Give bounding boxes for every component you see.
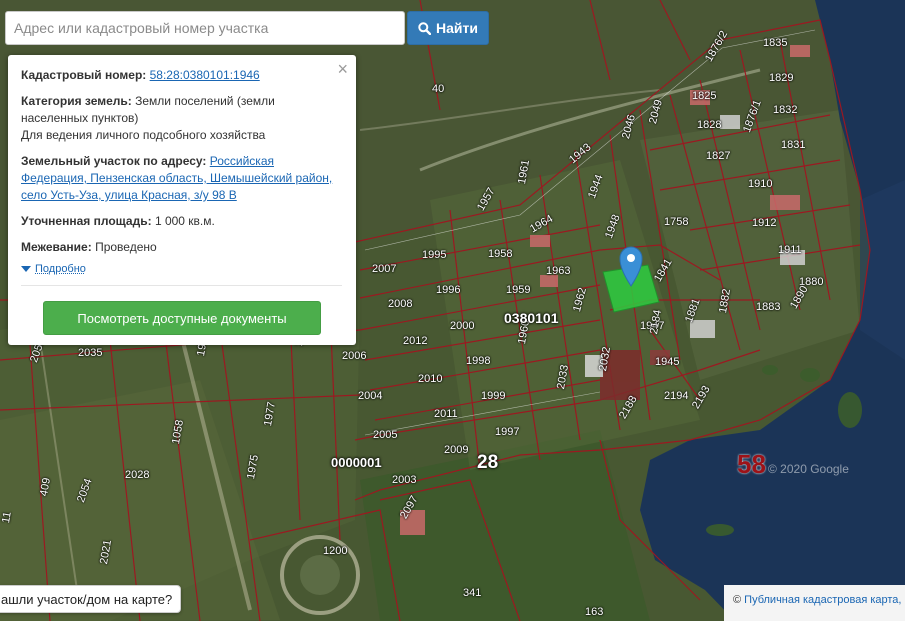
cadastral-label: Кадастровый номер: [21,68,147,82]
cadastral-number-link[interactable]: 58:28:0380101:1946 [150,68,260,82]
triangle-down-icon [21,266,31,272]
usage-value: Для ведения личного подсобного хозяйства [21,128,266,142]
district-label: 0000001 [331,455,382,470]
category-row: Категория земель: Земли поселений (земли… [21,93,342,144]
address-row: Земельный участок по адресу: Российская … [21,153,342,204]
attribution-link[interactable]: Публичная кадастровая карта, [744,594,901,606]
map-attribution: © Публичная кадастровая карта, [724,585,905,621]
search-input[interactable] [6,12,404,44]
address-label: Земельный участок по адресу: [21,154,207,168]
area-label: Уточненная площадь: [21,214,152,228]
cadastral-row: Кадастровый номер: 58:28:0380101:1946 [21,67,342,84]
search-icon [418,21,432,35]
region-code-label: 58 [737,449,766,479]
survey-label: Межевание: [21,240,92,254]
map-watermark: © 2020 Google [768,462,849,476]
found-parcel-prompt[interactable]: ашли участок/дом на карте? [0,585,182,613]
copyright-symbol: © [733,594,742,606]
search-box [5,11,405,45]
details-toggle[interactable]: Подробно [21,263,342,275]
area-row: Уточненная площадь: 1 000 кв.м. [21,213,342,230]
survey-row: Межевание: Проведено [21,239,342,256]
category-label: Категория земель: [21,94,132,108]
close-icon[interactable]: × [337,60,348,78]
district-code-label: 28 [477,452,499,473]
popup-divider [21,285,342,286]
search-button[interactable]: Найти [407,11,489,45]
parcel-info-popup: × Кадастровый номер: 58:28:0380101:1946 … [8,55,356,345]
view-documents-button[interactable]: Посмотреть доступные документы [43,301,321,335]
area-value: 1 000 кв.м. [154,214,215,228]
quarter-label: 0380101 [504,310,559,326]
details-link[interactable]: Подробно [35,263,86,275]
survey-value: Проведено [95,240,157,254]
search-button-label: Найти [436,20,478,36]
